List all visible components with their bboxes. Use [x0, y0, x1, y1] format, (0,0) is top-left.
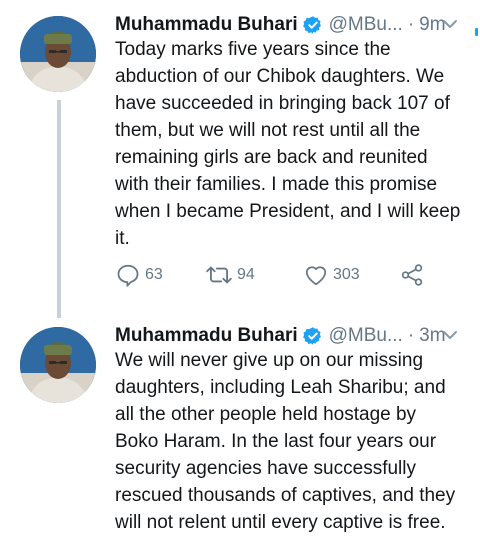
- separator-dot: ·: [407, 14, 415, 35]
- author-name[interactable]: Muhammadu Buhari: [115, 14, 298, 36]
- avatar-image: [20, 16, 96, 92]
- verified-badge-icon: [302, 327, 321, 345]
- avatar-image: [20, 327, 96, 403]
- share-icon: [401, 264, 423, 286]
- retweet-button[interactable]: 94: [205, 262, 255, 288]
- like-icon: [305, 266, 327, 286]
- verified-badge-icon: [302, 16, 321, 34]
- tweet-1[interactable]: Muhammadu Buhari @MBu... · 9m Today mark…: [0, 12, 480, 312]
- reply-button[interactable]: 63: [115, 262, 163, 288]
- chevron-down-icon[interactable]: [440, 14, 460, 34]
- chevron-down-icon[interactable]: [440, 325, 460, 345]
- retweet-icon: [206, 266, 232, 284]
- like-button[interactable]: 303: [303, 262, 360, 288]
- tweet-text: Today marks five years since the abducti…: [115, 39, 461, 249]
- reply-icon: [117, 264, 139, 287]
- tweet-actions: 63 94 303: [115, 262, 435, 288]
- retweet-count: 94: [237, 266, 255, 283]
- separator-dot: ·: [407, 325, 415, 346]
- reply-count: 63: [145, 266, 163, 283]
- tweet-text: We will never give up on our missing dau…: [115, 350, 456, 533]
- tweet-header: Muhammadu Buhari @MBu... · 3m: [115, 323, 460, 349]
- author-name[interactable]: Muhammadu Buhari: [115, 325, 298, 347]
- author-handle[interactable]: @MBu...: [329, 325, 403, 347]
- tweet-header: Muhammadu Buhari @MBu... · 9m: [115, 12, 460, 38]
- avatar[interactable]: [20, 16, 96, 92]
- like-count: 303: [333, 266, 360, 283]
- share-button[interactable]: [399, 262, 429, 288]
- avatar[interactable]: [20, 327, 96, 403]
- tweet-2[interactable]: Muhammadu Buhari @MBu... · 3m We will ne…: [0, 323, 480, 534]
- author-handle[interactable]: @MBu...: [329, 14, 403, 36]
